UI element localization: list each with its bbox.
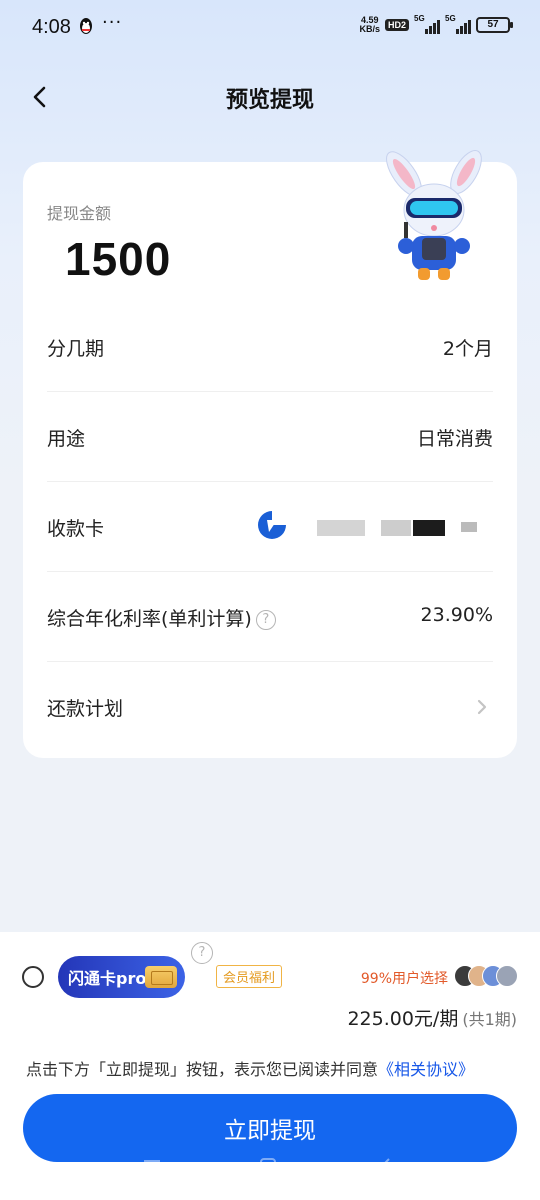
chevron-right-icon	[477, 699, 487, 715]
page-title: 预览提现	[225, 88, 314, 113]
home-icon[interactable]	[258, 1156, 278, 1176]
purpose-label: 用途	[47, 428, 86, 450]
menu-icon[interactable]	[142, 1156, 162, 1176]
price-total-periods: (共1期)	[462, 1010, 517, 1029]
agreement-text: 点击下方「立即提现」按钮，表示您已阅读并同意《相关协议》	[26, 1056, 474, 1080]
masked-card-text	[381, 520, 411, 536]
installment-price: 225.00元/期 (共1期)	[347, 1004, 517, 1031]
apr-value: 23.90%	[420, 604, 493, 626]
receiving-card-label: 收款卡	[47, 518, 105, 540]
installments-value: 2个月	[442, 338, 493, 360]
hd-badge: HD2	[384, 19, 409, 31]
signal-label: 5G	[445, 14, 456, 23]
avatar	[496, 965, 518, 987]
apr-row: 综合年化利率(单利计算)? 23.90%	[47, 572, 493, 662]
amount-label: 提现金额	[47, 204, 112, 223]
membership-card[interactable]: 闪通卡pro	[58, 956, 185, 998]
status-time: 4:08	[32, 16, 71, 38]
help-icon[interactable]: ?	[191, 942, 213, 964]
membership-card-name: 闪通卡pro	[68, 969, 147, 988]
repayment-plan-row[interactable]: 还款计划	[47, 662, 493, 752]
system-nav-bar	[0, 1152, 540, 1182]
network-speed-unit: KB/s	[359, 24, 380, 34]
masked-card-text	[317, 520, 365, 536]
network-speed: 4.59 KB/s	[359, 16, 380, 34]
amount-value: 1500	[65, 233, 172, 285]
masked-card-text	[461, 522, 477, 532]
rabbit-mascot-icon	[386, 150, 482, 280]
status-bar: 4:08 ··· 4.59 KB/s HD2 5G 5G 57	[0, 0, 540, 54]
agreement-link[interactable]: 《相关协议》	[378, 1060, 474, 1079]
status-indicators: 4.59 KB/s HD2 5G 5G 57	[359, 14, 513, 34]
member-benefit-badge: 会员福利	[216, 965, 283, 988]
masked-card-text	[413, 520, 445, 536]
apr-label: 综合年化利率(单利计算)?	[47, 604, 276, 631]
card-chip-icon	[145, 966, 177, 988]
apr-label-text: 综合年化利率(单利计算)	[47, 608, 252, 630]
installments-row: 分几期 2个月	[47, 302, 493, 392]
header: 预览提现	[0, 70, 540, 124]
agreement-statement: 点击下方「立即提现」按钮，表示您已阅读并同意	[26, 1060, 379, 1079]
back-nav-icon[interactable]	[376, 1156, 396, 1176]
help-icon[interactable]: ?	[255, 609, 276, 630]
bank-logo-icon	[258, 511, 286, 539]
signal-icon: 5G	[414, 14, 440, 34]
purpose-row: 用途 日常消费	[47, 392, 493, 482]
price-per-period: 225.00元/期	[347, 1008, 459, 1030]
user-avatars	[454, 965, 518, 987]
membership-radio[interactable]	[22, 966, 44, 988]
repayment-plan-label: 还款计划	[47, 698, 124, 720]
battery-icon: 57	[476, 17, 513, 33]
users-choice-text: 99%用户选择	[360, 971, 448, 987]
signal-icon: 5G	[445, 14, 471, 34]
bottom-panel: 闪通卡pro ? 会员福利 99%用户选择 225.00元/期 (共1期) 点击下…	[0, 932, 540, 1200]
qq-icon	[80, 18, 92, 34]
receiving-card-row[interactable]: 收款卡	[47, 482, 493, 572]
signal-label: 5G	[414, 14, 425, 23]
more-notifications-icon: ···	[102, 12, 123, 33]
installments-label: 分几期	[47, 338, 105, 360]
purpose-value: 日常消费	[416, 428, 493, 450]
